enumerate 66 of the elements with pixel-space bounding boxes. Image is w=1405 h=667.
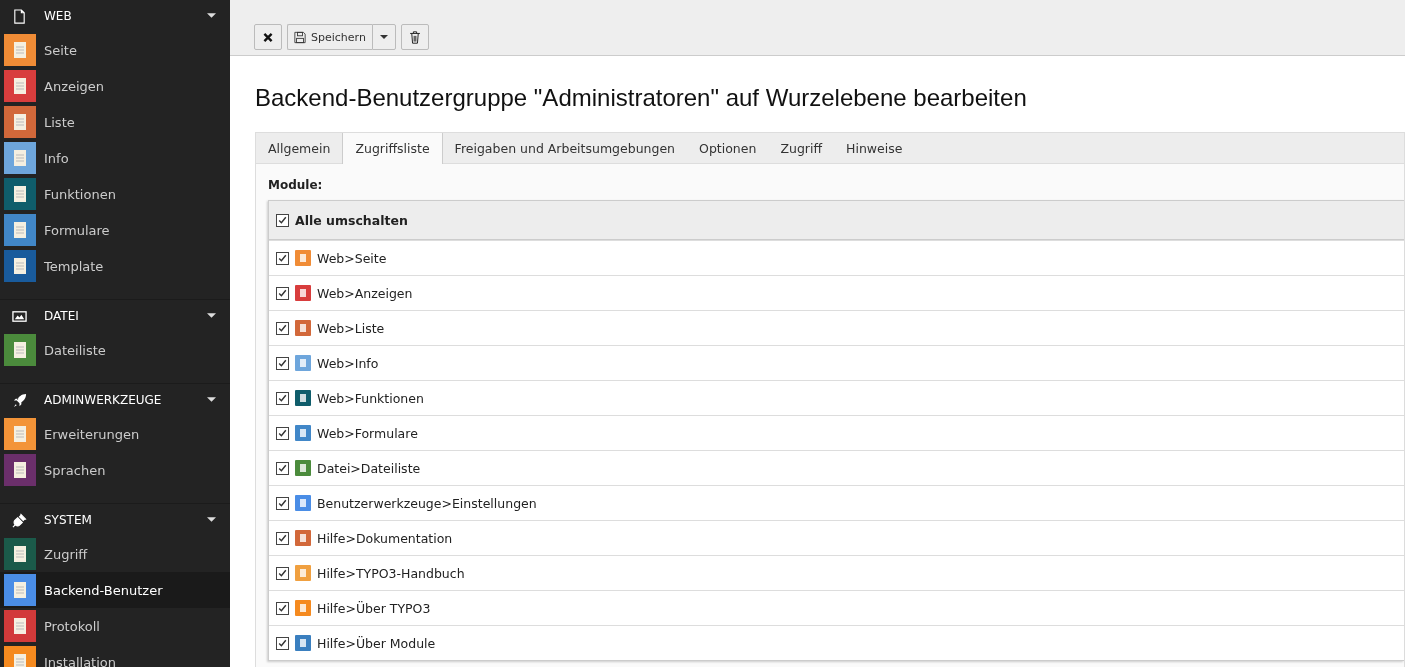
group-title: WEB bbox=[44, 9, 73, 23]
checkbox[interactable] bbox=[276, 286, 289, 300]
trash-icon bbox=[408, 30, 421, 44]
module-name: Benutzerwerkzeuge>Einstellungen bbox=[317, 495, 537, 511]
module-name: Hilfe>Über Module bbox=[317, 635, 436, 651]
module-group-header[interactable]: WEB bbox=[0, 0, 230, 32]
sidebar-item[interactable]: Sprachen bbox=[0, 452, 230, 488]
document-icon bbox=[12, 8, 27, 24]
module-name: Hilfe>Dokumentation bbox=[317, 530, 453, 546]
save-button[interactable]: Speichern bbox=[287, 24, 372, 50]
delete-button[interactable] bbox=[400, 24, 429, 50]
caret-icon bbox=[379, 34, 388, 40]
sidebar-item[interactable]: Formulare bbox=[0, 212, 230, 248]
tab[interactable]: Hinweise bbox=[834, 133, 915, 164]
module-name: Web>Liste bbox=[317, 320, 385, 336]
checkbox[interactable] bbox=[276, 251, 289, 265]
module-name: Web>Seite bbox=[317, 250, 387, 266]
image-icon bbox=[12, 308, 27, 324]
checkbox[interactable] bbox=[276, 531, 289, 545]
sidebar-item[interactable]: Dateiliste bbox=[0, 332, 230, 368]
rocket-icon bbox=[12, 392, 27, 408]
tab[interactable]: Optionen bbox=[687, 133, 769, 164]
module-name: Hilfe>TYPO3-Handbuch bbox=[317, 565, 465, 581]
checkbox[interactable] bbox=[276, 601, 289, 615]
module-name: Web>Anzeigen bbox=[317, 285, 413, 301]
checkbox[interactable] bbox=[276, 321, 289, 335]
checkbox[interactable] bbox=[276, 426, 289, 440]
module-name: Web>Info bbox=[317, 355, 379, 371]
checkbox[interactable] bbox=[276, 496, 289, 510]
sidebar-item[interactable]: Liste bbox=[0, 104, 230, 140]
sidebar-item[interactable]: Backend-Benutzer bbox=[0, 572, 230, 608]
checkbox[interactable] bbox=[276, 213, 289, 227]
sidebar-item[interactable]: Funktionen bbox=[0, 176, 230, 212]
sidebar-item[interactable]: Info bbox=[0, 140, 230, 176]
group-title: ADMINWERKZEUGE bbox=[44, 393, 163, 407]
group-title: DATEI bbox=[44, 309, 80, 323]
tab[interactable]: Zugriff bbox=[768, 133, 835, 164]
checkbox[interactable] bbox=[276, 636, 289, 650]
module-name: Web>Funktionen bbox=[317, 390, 424, 406]
tab[interactable]: Allgemein bbox=[256, 133, 343, 164]
checkbox[interactable] bbox=[276, 566, 289, 580]
close-button[interactable] bbox=[254, 24, 282, 50]
sidebar-item[interactable]: Template bbox=[0, 248, 230, 284]
toggle-all-label: Alle umschalten bbox=[295, 212, 408, 228]
checkbox[interactable] bbox=[276, 391, 289, 405]
module-name: Hilfe>Über TYPO3 bbox=[317, 600, 431, 616]
module-name: Web>Formulare bbox=[317, 425, 418, 441]
checkbox[interactable] bbox=[276, 461, 289, 475]
sidebar-item[interactable]: Zugriff bbox=[0, 536, 230, 572]
sidebar-item[interactable]: Anzeigen bbox=[0, 68, 230, 104]
tab[interactable]: Freigaben und Arbeitsumgebungen bbox=[442, 133, 688, 164]
page-title: Backend-Benutzergruppe "Administratoren" auf Wurzelebene bearbeiten bbox=[255, 84, 1028, 112]
module-name: Datei>Dateiliste bbox=[317, 460, 421, 476]
sidebar-item[interactable]: Protokoll bbox=[0, 608, 230, 644]
checkbox[interactable] bbox=[276, 356, 289, 370]
tab[interactable]: Zugriffsliste bbox=[342, 133, 443, 164]
close-icon bbox=[262, 30, 274, 44]
sidebar-item[interactable]: Seite bbox=[0, 32, 230, 68]
module-group-header[interactable]: DATEI bbox=[0, 300, 230, 332]
sidebar-item[interactable]: Installation bbox=[0, 644, 230, 667]
module-group-header[interactable]: ADMINWERKZEUGE bbox=[0, 384, 230, 416]
group-title: SYSTEM bbox=[44, 513, 93, 527]
module-group-header[interactable]: SYSTEM bbox=[0, 504, 230, 536]
field-label: Module: bbox=[268, 178, 324, 192]
plug-icon bbox=[12, 512, 27, 528]
sidebar-item[interactable]: Erweiterungen bbox=[0, 416, 230, 452]
